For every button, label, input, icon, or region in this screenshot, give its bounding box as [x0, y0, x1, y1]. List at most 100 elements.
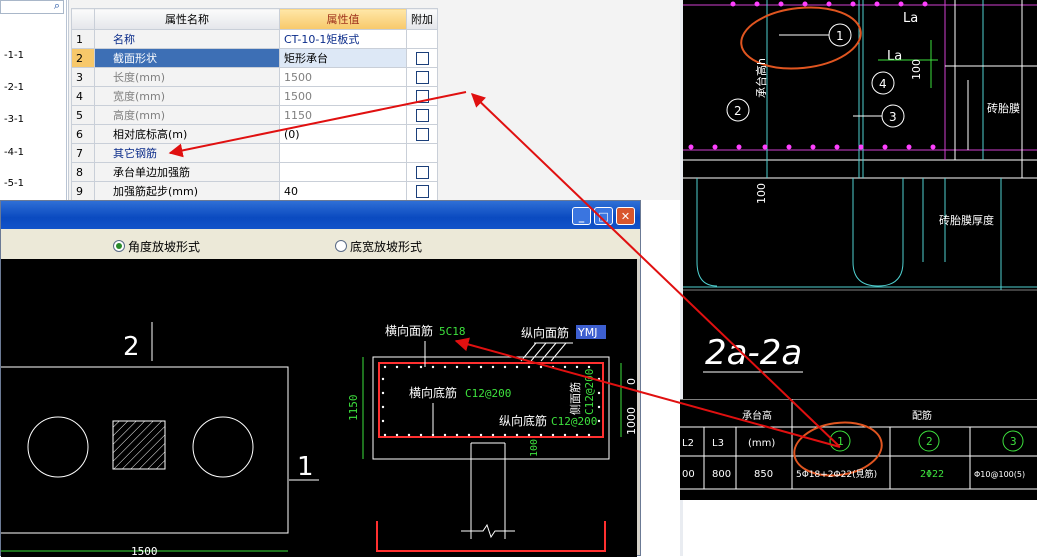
plan-dim-1500: 1500 — [131, 545, 158, 557]
property-value[interactable]: CT-10-1矩板式 — [279, 29, 407, 49]
table-row[interactable]: 9 加强筋起步(mm) 40 — [71, 181, 438, 201]
schedule-col-c: (mm) — [748, 438, 775, 449]
table-row[interactable]: 3 长度(mm) 1500 — [71, 67, 438, 87]
extra-checkbox[interactable] — [415, 165, 429, 179]
row-number: 6 — [71, 124, 95, 144]
rebar-dialog: _ □ ✕ 角度放坡形式 底宽放坡形式 2 1 1500 横向面筋 5C18 纵… — [0, 200, 641, 558]
schedule-col-1: 1 — [837, 435, 844, 448]
tree-item[interactable]: -2-1 — [4, 82, 24, 93]
side-value: C12@200 — [583, 369, 596, 415]
extra-cell — [406, 143, 438, 163]
tree-item[interactable]: -5-1 — [4, 178, 24, 189]
rebar-dots — [688, 1, 936, 150]
table-row[interactable]: 8 承台单边加强筋 — [71, 162, 438, 182]
property-value[interactable]: 1500 — [279, 67, 407, 87]
dim-100-label: 100 — [910, 59, 923, 80]
property-name: 截面形状 — [94, 48, 280, 68]
row-number: 9 — [71, 181, 95, 201]
property-value[interactable] — [279, 162, 407, 182]
extra-cell — [406, 29, 438, 49]
dim-0: 0 — [625, 378, 637, 385]
extra-checkbox[interactable] — [415, 70, 429, 84]
name-column-header: 属性名称 — [94, 8, 280, 30]
property-name: 名称 — [94, 29, 280, 49]
slope-mode-row: 角度放坡形式 底宽放坡形式 — [1, 229, 640, 259]
callout-4-label: 4 — [879, 77, 887, 91]
radio-angle-slope[interactable]: 角度放坡形式 — [113, 238, 200, 255]
h-bot-value: C12@200 — [465, 387, 511, 400]
h-top-value: 5C18 — [439, 325, 466, 338]
la-mid-label: La — [887, 49, 902, 64]
value-column-header: 属性值 — [279, 8, 407, 30]
property-value[interactable]: 40 — [279, 181, 407, 201]
table-row[interactable]: 6 相对底标高(m) (0) — [71, 124, 438, 144]
property-name: 承台单边加强筋 — [94, 162, 280, 182]
rebar-drawing-canvas[interactable]: 2 1 1500 横向面筋 5C18 纵向面筋 YMJ 横向底筋 C12@200… — [0, 259, 638, 558]
zhuan-tai-mo-thickness-label: 砖胎膜厚度 — [939, 213, 994, 227]
row-number: 7 — [71, 143, 95, 163]
schedule-col-3: 3 — [1010, 435, 1017, 448]
property-name: 其它钢筋 — [94, 143, 280, 163]
minimize-icon[interactable]: _ — [572, 207, 591, 225]
extra-checkbox[interactable] — [415, 127, 429, 141]
v-top-value[interactable]: YMJ — [577, 326, 597, 339]
property-name: 加强筋起步(mm) — [94, 181, 280, 201]
property-grid: 属性名称 属性值 附加 1 名称 CT-10-1矩板式 2 截面形状 矩形承台 … — [68, 0, 681, 201]
dialog-title-bar[interactable]: _ □ ✕ — [1, 201, 640, 229]
radio-width-label: 底宽放坡形式 — [350, 240, 423, 254]
h-bot-label: 横向底筋 — [409, 385, 457, 400]
radio-width-slope[interactable]: 底宽放坡形式 — [335, 238, 422, 255]
search-icon[interactable]: ⌕ — [54, 0, 60, 13]
dim-100-section: 100 — [529, 439, 540, 457]
property-value[interactable]: (0) — [279, 124, 407, 144]
cad-schedule-table: 承台高 配筋 L2 L3 (mm) 1 2 3 00 800 850 5Φ18+… — [680, 398, 1037, 500]
table-row[interactable]: 1 名称 CT-10-1矩板式 — [71, 29, 438, 49]
extra-checkbox[interactable] — [415, 108, 429, 122]
extra-checkbox[interactable] — [415, 89, 429, 103]
callout-1-label: 1 — [836, 29, 844, 43]
tree-item[interactable]: -3-1 — [4, 114, 24, 125]
extra-checkbox[interactable] — [415, 184, 429, 198]
schedule-header-right: 配筋 — [912, 409, 932, 422]
schedule-row-a: 00 — [682, 469, 695, 480]
cad-bottom-blank — [683, 500, 1037, 556]
side-label: 侧面筋 — [568, 382, 582, 415]
schedule-row-3: Φ10@100(5) — [974, 470, 1025, 479]
property-value[interactable]: 1500 — [279, 86, 407, 106]
v-bot-value: C12@200 — [551, 415, 597, 428]
schedule-svg: 承台高 配筋 L2 L3 (mm) 1 2 3 00 800 850 5Φ18+… — [680, 398, 1037, 500]
plan-label-1: 1 — [297, 452, 314, 482]
property-value[interactable]: 1150 — [279, 105, 407, 125]
plan-label-2: 2 — [123, 332, 140, 362]
schedule-col-b: L3 — [712, 438, 724, 449]
row-number: 4 — [71, 86, 95, 106]
radio-unchecked-icon[interactable] — [335, 240, 347, 252]
extra-checkbox[interactable] — [415, 51, 429, 65]
property-value[interactable] — [279, 143, 407, 163]
close-icon[interactable]: ✕ — [616, 207, 635, 225]
property-name: 相对底标高(m) — [94, 124, 280, 144]
property-name: 宽度(mm) — [94, 86, 280, 106]
tree-item[interactable]: -1-1 — [4, 50, 24, 61]
dim-100b-label: 100 — [755, 183, 768, 204]
radio-angle-label: 角度放坡形式 — [128, 240, 201, 254]
row-number: 3 — [71, 67, 95, 87]
radio-checked-icon[interactable] — [113, 240, 125, 252]
table-row[interactable]: 2 截面形状 矩形承台 — [71, 48, 438, 68]
maximize-icon[interactable]: □ — [594, 207, 613, 225]
table-row[interactable]: 4 宽度(mm) 1500 — [71, 86, 438, 106]
table-row[interactable]: 7 其它钢筋 — [71, 143, 438, 163]
tree-item[interactable]: -4-1 — [4, 147, 24, 158]
extra-column-header: 附加 — [406, 8, 438, 30]
dim-height-1150: 1150 — [347, 395, 360, 422]
table-row[interactable]: 5 高度(mm) 1150 — [71, 105, 438, 125]
tree-search-input[interactable]: ⌕ — [0, 0, 64, 14]
rebar-drawing-svg: 2 1 1500 横向面筋 5C18 纵向面筋 YMJ 横向底筋 C12@200… — [0, 322, 638, 558]
row-number: 5 — [71, 105, 95, 125]
row-number: 8 — [71, 162, 95, 182]
zhuan-tai-mo-label: 砖胎膜 — [987, 101, 1020, 115]
property-value[interactable]: 矩形承台 — [279, 48, 407, 68]
schedule-row-c: 850 — [754, 469, 773, 480]
v-top-label: 纵向面筋 — [521, 325, 569, 340]
h-top-label: 横向面筋 — [385, 323, 433, 338]
